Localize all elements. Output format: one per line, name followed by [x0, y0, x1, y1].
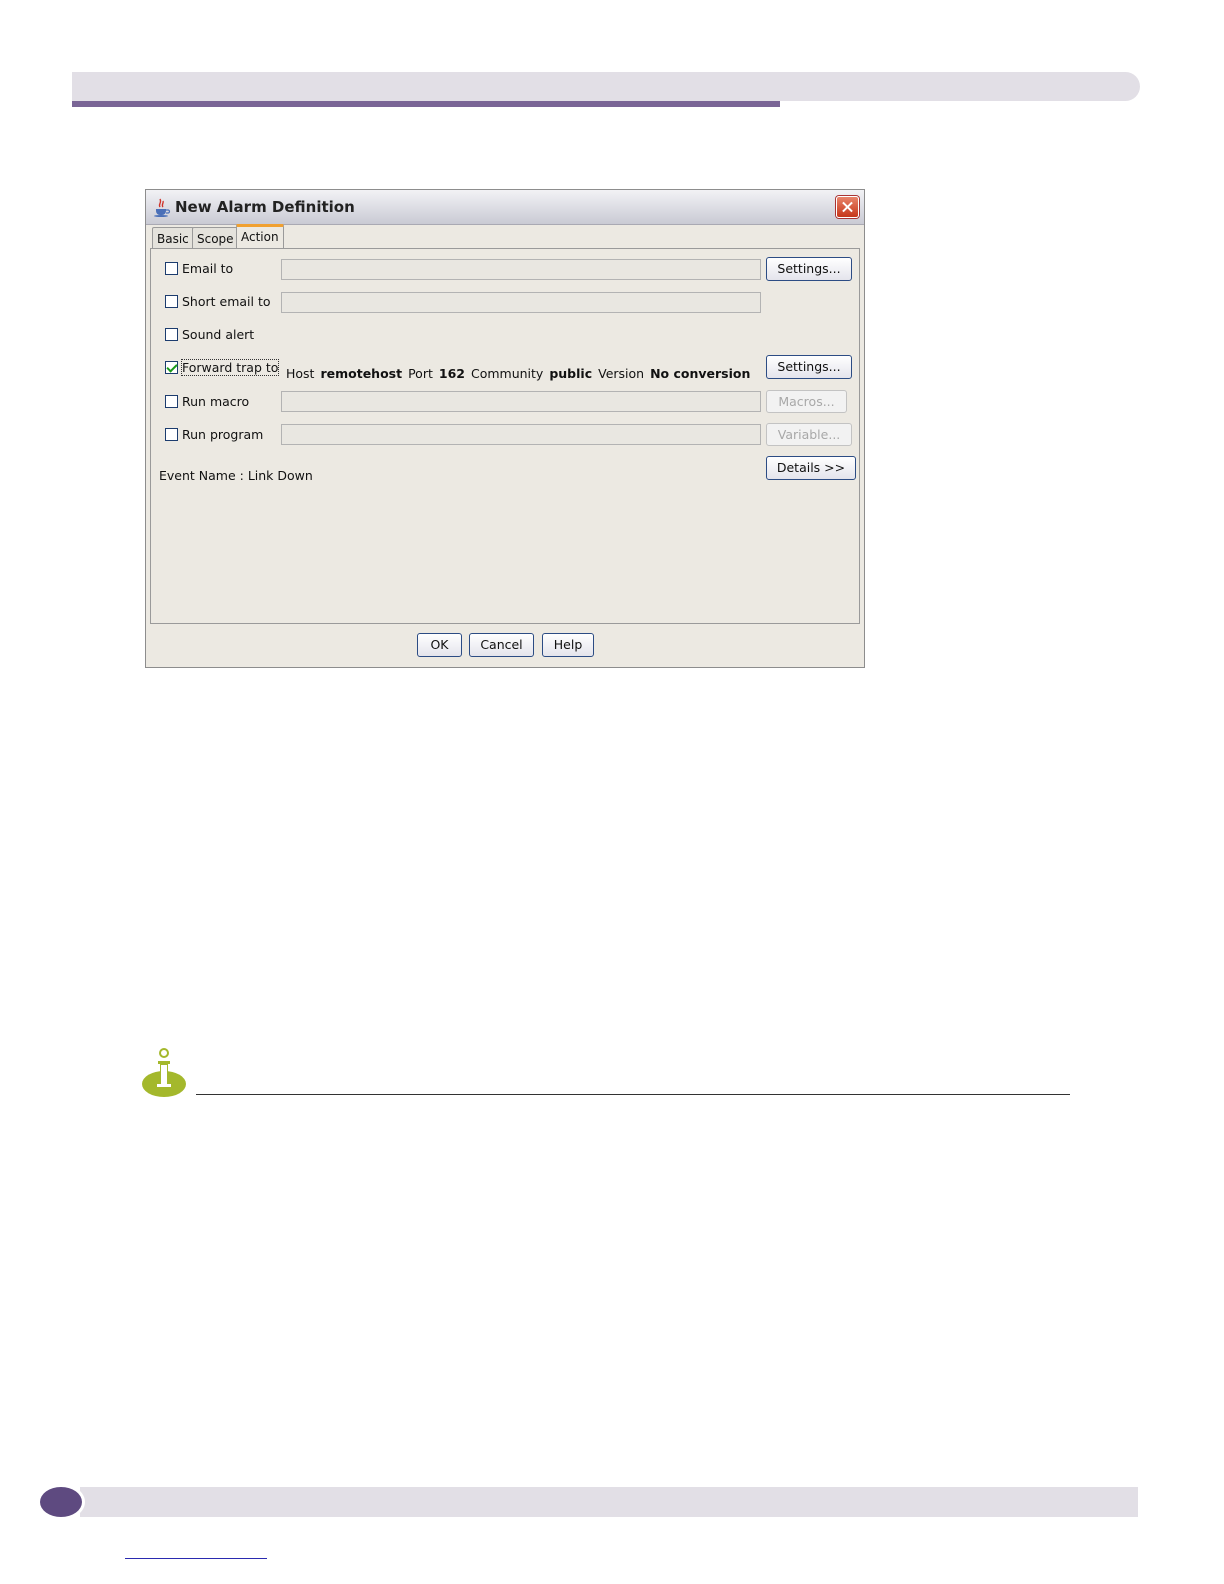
details-button[interactable]: Details >> — [766, 456, 856, 480]
ok-button[interactable]: OK — [417, 633, 462, 657]
run-program-label: Run program — [182, 427, 264, 442]
host-value: remotehost — [320, 366, 403, 381]
action-panel: Email to Settings... Short email to Soun… — [150, 248, 860, 624]
close-icon[interactable] — [836, 196, 859, 218]
short-email-to-checkbox[interactable]: Short email to — [165, 294, 271, 310]
checkbox-box[interactable] — [165, 262, 178, 275]
forward-trap-checkbox[interactable]: Forward trap to — [165, 359, 280, 376]
short-email-to-label: Short email to — [182, 294, 271, 309]
dialog-titlebar[interactable]: New Alarm Definition — [146, 190, 864, 225]
note-divider — [196, 1094, 1070, 1095]
community-value: public — [549, 366, 593, 381]
checkbox-box[interactable] — [165, 328, 178, 341]
port-label: Port — [408, 366, 433, 381]
event-name-label: Event Name : Link Down — [159, 468, 313, 483]
page-header-accent — [72, 101, 780, 107]
info-icon — [142, 1048, 186, 1097]
run-macro-checkbox[interactable]: Run macro — [165, 394, 249, 410]
help-button[interactable]: Help — [542, 633, 594, 657]
page-header-band — [72, 72, 1140, 101]
footer-link-underline[interactable] — [125, 1558, 267, 1559]
community-label: Community — [470, 366, 544, 381]
checkbox-box[interactable] — [165, 361, 178, 374]
sound-alert-label: Sound alert — [182, 327, 255, 342]
email-to-label: Email to — [182, 261, 234, 276]
checkbox-box[interactable] — [165, 428, 178, 441]
variable-button[interactable]: Variable... — [766, 423, 852, 446]
run-program-checkbox[interactable]: Run program — [165, 427, 263, 443]
java-coffee-icon — [154, 198, 171, 217]
forward-trap-settings-button[interactable]: Settings... — [766, 355, 852, 379]
email-settings-button[interactable]: Settings... — [766, 257, 852, 281]
version-label: Version — [598, 366, 645, 381]
cancel-button[interactable]: Cancel — [469, 633, 534, 657]
tab-scope[interactable]: Scope — [192, 227, 239, 248]
sound-alert-checkbox[interactable]: Sound alert — [165, 327, 254, 343]
email-to-checkbox[interactable]: Email to — [165, 261, 233, 277]
short-email-to-field[interactable] — [281, 292, 761, 313]
tab-basic[interactable]: Basic — [152, 227, 194, 248]
macros-button[interactable]: Macros... — [766, 390, 847, 413]
page-number-badge — [37, 1484, 85, 1520]
page-footer-band — [80, 1487, 1138, 1517]
checkbox-box[interactable] — [165, 295, 178, 308]
run-program-field[interactable] — [281, 424, 761, 445]
checkbox-box[interactable] — [165, 395, 178, 408]
new-alarm-definition-dialog: New Alarm Definition Basic Scope Action … — [145, 189, 865, 668]
port-value: 162 — [438, 366, 465, 381]
dialog-title: New Alarm Definition — [175, 198, 355, 216]
version-value: No conversion — [650, 366, 751, 381]
run-macro-field[interactable] — [281, 391, 761, 412]
forward-trap-label: Forward trap to — [180, 359, 280, 376]
email-to-field[interactable] — [281, 259, 761, 280]
run-macro-label: Run macro — [182, 394, 250, 409]
host-label: Host — [286, 366, 315, 381]
trap-destination-summary: Host remotehost Port 162 Community public Vers… — [286, 366, 756, 382]
tab-action[interactable]: Action — [236, 224, 284, 249]
